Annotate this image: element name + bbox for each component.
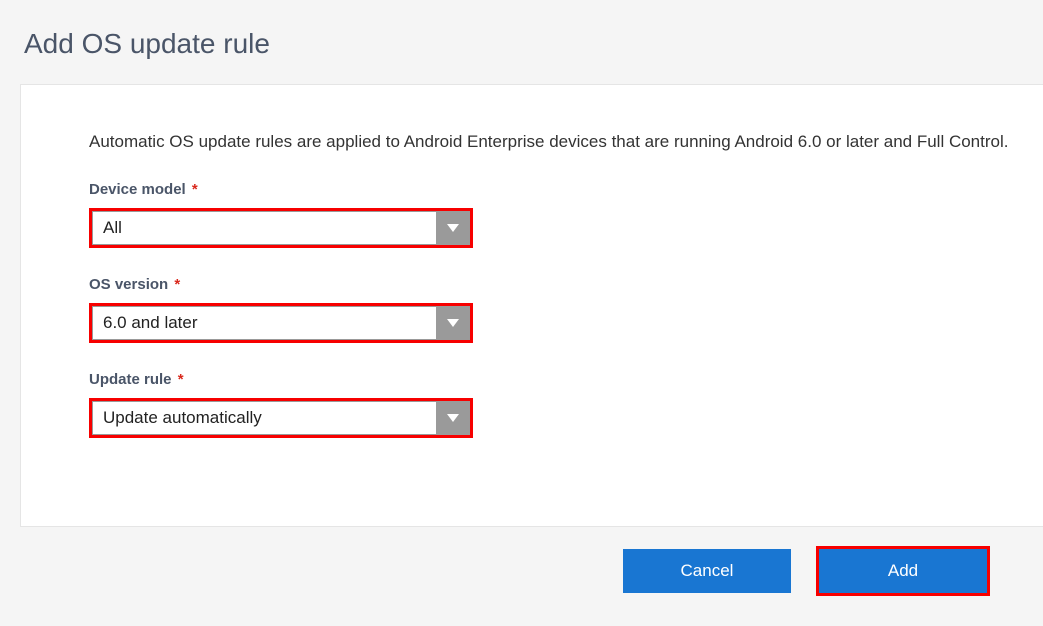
form-description: Automatic OS update rules are applied to… (89, 129, 1043, 155)
os-version-label-text: OS version (89, 276, 168, 293)
chevron-down-icon (436, 211, 470, 245)
cancel-button[interactable]: Cancel (623, 549, 791, 593)
device-model-label-text: Device model (89, 181, 186, 198)
update-rule-label: Update rule * (89, 371, 1043, 388)
update-rule-field: Update rule * Update automatically (89, 371, 1043, 438)
required-asterisk: * (178, 371, 184, 388)
page-title: Add OS update rule (0, 0, 1043, 84)
update-rule-value: Update automatically (92, 401, 436, 435)
required-asterisk: * (174, 276, 180, 293)
os-version-field: OS version * 6.0 and later (89, 276, 1043, 343)
update-rule-label-text: Update rule (89, 371, 172, 388)
os-version-select[interactable]: 6.0 and later (89, 303, 473, 343)
chevron-down-icon (436, 306, 470, 340)
device-model-value: All (92, 211, 436, 245)
add-button[interactable]: Add (819, 549, 987, 593)
device-model-field: Device model * All (89, 181, 1043, 248)
device-model-label: Device model * (89, 181, 1043, 198)
os-version-value: 6.0 and later (92, 306, 436, 340)
chevron-down-icon (436, 401, 470, 435)
update-rule-select[interactable]: Update automatically (89, 398, 473, 438)
form-panel: Automatic OS update rules are applied to… (20, 84, 1043, 527)
button-bar: Cancel Add (0, 527, 1043, 593)
device-model-select[interactable]: All (89, 208, 473, 248)
required-asterisk: * (192, 181, 198, 198)
os-version-label: OS version * (89, 276, 1043, 293)
